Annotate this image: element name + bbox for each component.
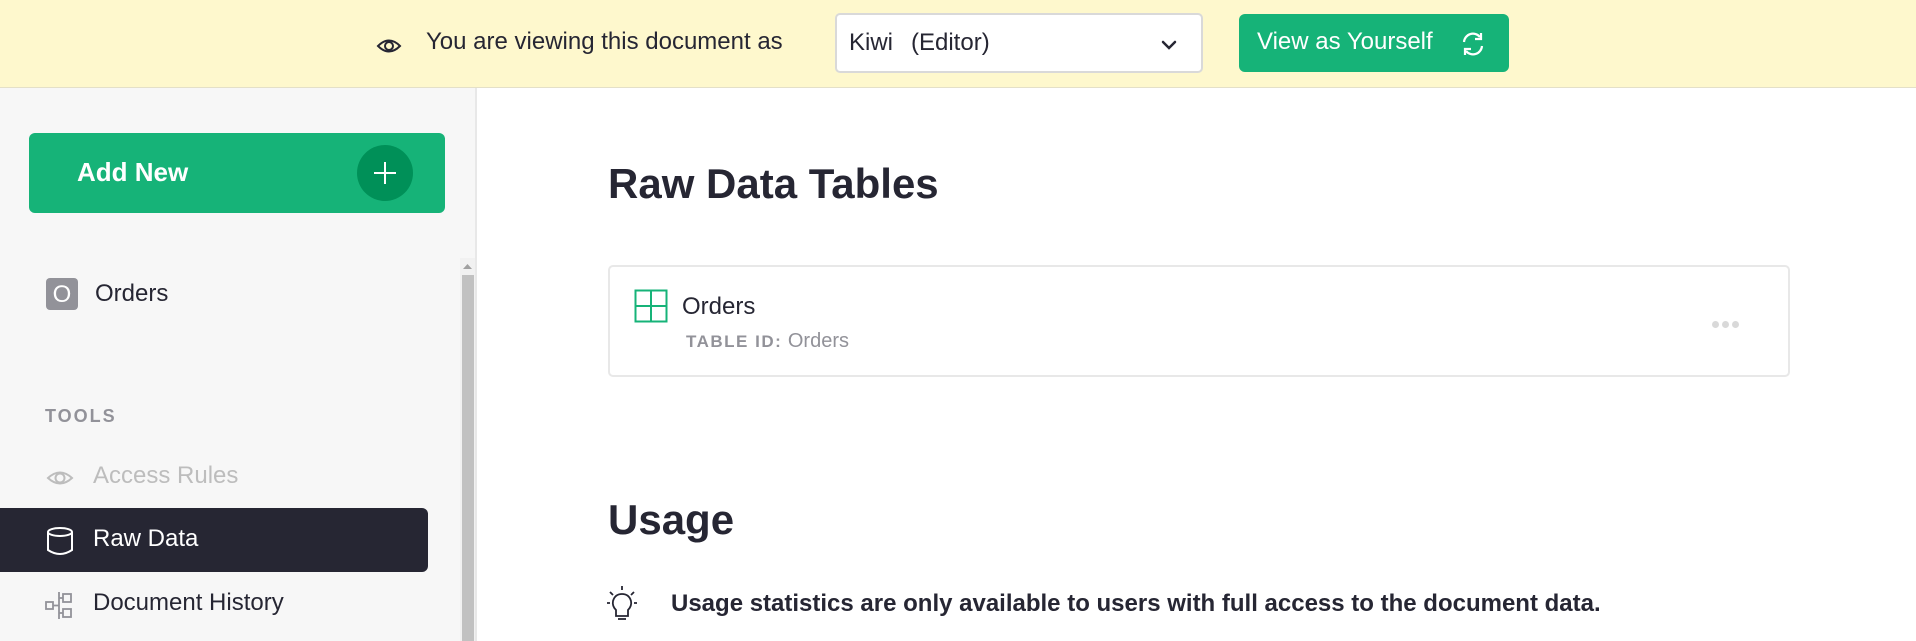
- table-id-label: TABLE ID:: [686, 332, 783, 351]
- page-item-orders[interactable]: O Orders: [46, 276, 426, 316]
- scrollbar-thumb[interactable]: [462, 275, 474, 641]
- view-as-yourself-button[interactable]: View as Yourself: [1239, 14, 1509, 72]
- table-id: TABLE ID: Orders: [686, 330, 849, 353]
- tool-document-history[interactable]: Document History: [0, 572, 428, 636]
- view-as-banner: You are viewing this document as Kiwi (E…: [0, 0, 1916, 88]
- page-initial-icon: O: [46, 278, 78, 310]
- page-title: Raw Data Tables: [608, 160, 939, 207]
- lightbulb-icon: [607, 586, 637, 620]
- tools-header: TOOLS: [45, 406, 117, 426]
- database-icon: [47, 527, 73, 555]
- left-panel: Add New O Orders TOOLS Access Rules Raw …: [0, 88, 477, 641]
- sidebar-scrollbar[interactable]: [460, 258, 475, 641]
- tool-label: Document History: [93, 589, 284, 616]
- raw-data-table-card[interactable]: Orders TABLE ID: Orders: [608, 265, 1790, 377]
- viewer-select[interactable]: Kiwi (Editor): [835, 13, 1203, 73]
- tool-label: Raw Data: [93, 525, 199, 552]
- view-as-yourself-label: View as Yourself: [1257, 28, 1433, 55]
- eye-icon: [376, 39, 402, 53]
- usage-heading: Usage: [608, 496, 735, 543]
- usage-message: Usage statistics are only available to u…: [671, 590, 1601, 617]
- scroll-up-arrow-icon[interactable]: [460, 258, 475, 275]
- tool-access-rules[interactable]: Access Rules: [0, 445, 428, 509]
- plus-icon: [357, 145, 413, 201]
- page-label: Orders: [95, 280, 169, 307]
- tool-raw-data[interactable]: Raw Data: [0, 508, 428, 572]
- history-icon: [45, 592, 72, 619]
- table-id-value: Orders: [787, 330, 849, 352]
- more-dots-icon[interactable]: [1712, 315, 1742, 328]
- viewer-name: Kiwi: [849, 29, 894, 56]
- add-new-label: Add New: [77, 157, 189, 187]
- eye-icon: [46, 471, 74, 485]
- tool-label: Access Rules: [93, 462, 239, 489]
- chevron-down-icon: [1161, 40, 1177, 50]
- viewer-role: (Editor): [911, 29, 990, 56]
- banner-message: You are viewing this document as: [426, 28, 783, 55]
- table-grid-icon: [634, 289, 668, 323]
- table-name: Orders: [682, 293, 756, 320]
- refresh-icon: [1462, 32, 1484, 56]
- add-new-button[interactable]: Add New: [29, 133, 445, 213]
